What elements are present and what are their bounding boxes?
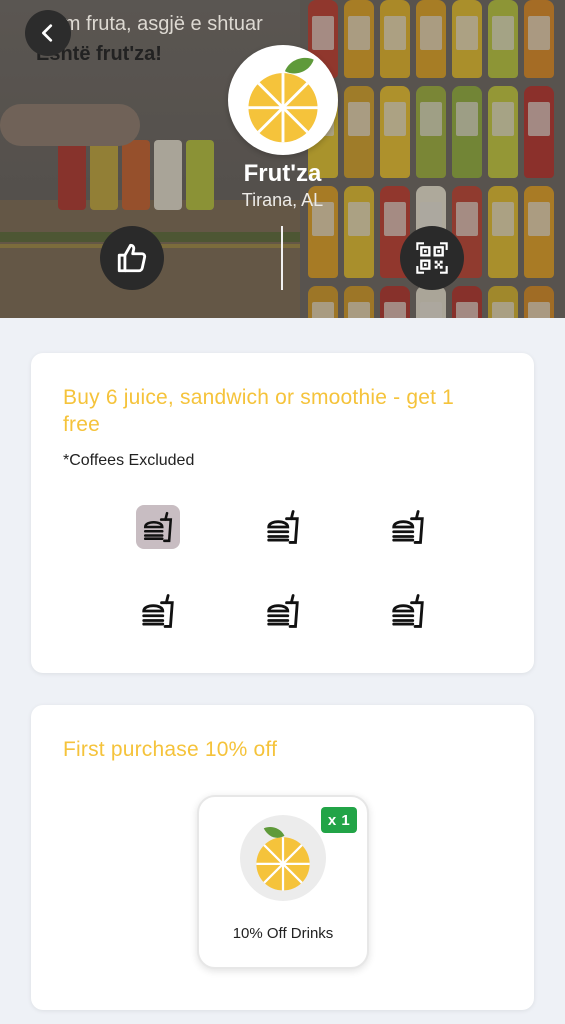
like-button[interactable] — [100, 226, 164, 290]
stamp-grid — [31, 353, 534, 673]
burger-drink-icon — [142, 594, 174, 628]
loyalty-card: Buy 6 juice, sandwich or smoothie - get … — [31, 353, 534, 673]
stamp-slot-3 — [386, 505, 430, 549]
orange-logo-icon — [256, 827, 310, 891]
reward-count-badge: x 1 — [321, 807, 357, 833]
burger-drink-icon — [267, 594, 299, 628]
burger-drink-icon — [392, 594, 424, 628]
thumbs-up-icon — [117, 243, 147, 273]
reward-tile[interactable]: x 1 10% Off Drinks — [197, 795, 369, 969]
action-divider — [281, 226, 283, 290]
stamp-slot-6 — [386, 589, 430, 633]
reward-label: 10% Off Drinks — [232, 925, 334, 942]
offer-card: First purchase 10% off x 1 10% Off Drink… — [31, 705, 534, 1010]
burger-drink-icon — [392, 510, 424, 544]
offer-title: First purchase 10% off — [63, 738, 278, 761]
stamp-slot-1 — [136, 505, 180, 549]
orange-logo-icon — [248, 57, 318, 143]
burger-drink-icon — [143, 511, 173, 543]
qr-code-button[interactable] — [400, 226, 464, 290]
chevron-left-icon — [42, 24, 53, 42]
stamp-slot-5 — [261, 589, 305, 633]
reward-logo — [240, 815, 326, 901]
qr-code-icon — [416, 242, 448, 274]
brand-logo — [228, 45, 338, 155]
stamp-slot-4 — [136, 589, 180, 633]
stamp-slot-2 — [261, 505, 305, 549]
brand-location: Tirana, AL — [241, 190, 324, 210]
burger-drink-icon — [267, 510, 299, 544]
brand-name: Frut'za — [243, 160, 322, 187]
back-button[interactable] — [25, 10, 71, 56]
